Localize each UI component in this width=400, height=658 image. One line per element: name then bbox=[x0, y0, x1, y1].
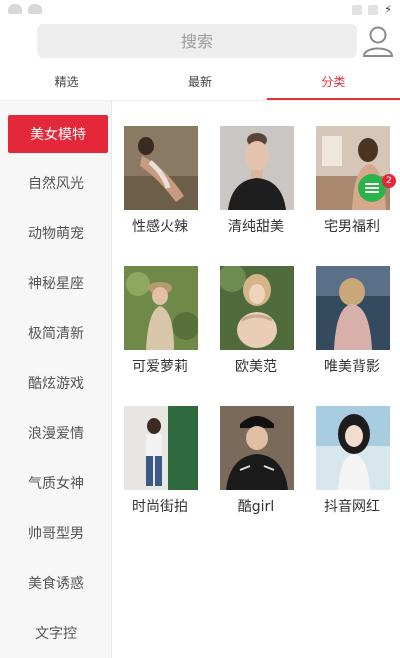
grid-item[interactable]: 时尚街拍 bbox=[112, 406, 208, 532]
tab-categories[interactable]: 分类 bbox=[266, 62, 400, 100]
grid-item-label: 酷girl bbox=[237, 499, 275, 515]
grid-item[interactable]: 清纯甜美 bbox=[208, 126, 304, 252]
signal-icon bbox=[368, 5, 379, 15]
wifi-icon bbox=[352, 5, 363, 15]
android-icon bbox=[28, 4, 42, 14]
tab-bar: 精选 最新 分类 bbox=[0, 62, 400, 100]
grid-item[interactable]: 抖音网红 bbox=[304, 406, 400, 532]
category-grid: 性感火辣 清纯甜美 宅男福利 可爱萝莉 欧美范 唯美背影 时尚街拍 酷girl … bbox=[112, 101, 400, 658]
sidebar-item-models[interactable]: 美女模特 bbox=[8, 115, 108, 153]
status-bar: ⚡ bbox=[0, 0, 400, 22]
sidebar-item-text[interactable]: 文字控 bbox=[0, 614, 112, 652]
notification-badge: 2 bbox=[382, 174, 396, 188]
grid-item-label: 欧美范 bbox=[235, 359, 277, 375]
sidebar-item-romance[interactable]: 浪漫爱情 bbox=[0, 414, 112, 452]
thumbnail-image bbox=[220, 126, 294, 210]
thumbnail-image bbox=[220, 266, 294, 350]
notification-icons bbox=[8, 4, 42, 14]
category-sidebar: 美女模特 自然风光 动物萌宠 神秘星座 极简清新 酷炫游戏 浪漫爱情 气质女神 … bbox=[0, 101, 112, 658]
sidebar-item-minimal[interactable]: 极简清新 bbox=[0, 314, 112, 352]
android-icon bbox=[8, 4, 22, 14]
thumbnail-image bbox=[124, 266, 198, 350]
grid-item-label: 性感火辣 bbox=[132, 219, 188, 235]
search-input[interactable] bbox=[37, 31, 357, 51]
sidebar-item-food[interactable]: 美食诱惑 bbox=[0, 564, 112, 602]
grid-item-label: 唯美背影 bbox=[324, 359, 380, 375]
thumbnail-image bbox=[316, 266, 390, 350]
menu-lines-icon bbox=[365, 183, 379, 193]
sidebar-item-zodiac[interactable]: 神秘星座 bbox=[0, 264, 112, 302]
sidebar-item-handsome[interactable]: 帅哥型男 bbox=[0, 514, 112, 552]
grid-item[interactable]: 可爱萝莉 bbox=[112, 266, 208, 392]
thumbnail-image bbox=[220, 406, 294, 490]
grid-item-label: 清纯甜美 bbox=[228, 219, 284, 235]
sidebar-item-nature[interactable]: 自然风光 bbox=[0, 164, 112, 202]
grid-item-label: 时尚街拍 bbox=[132, 499, 188, 515]
grid-item[interactable]: 酷girl bbox=[208, 406, 304, 532]
thumbnail-image bbox=[124, 406, 198, 490]
sidebar-item-goddess[interactable]: 气质女神 bbox=[0, 464, 112, 502]
sidebar-item-games[interactable]: 酷炫游戏 bbox=[0, 364, 112, 402]
tab-latest[interactable]: 最新 bbox=[133, 62, 266, 100]
grid-item-label: 抖音网红 bbox=[324, 499, 380, 515]
charging-icon: ⚡ bbox=[384, 3, 392, 16]
thumbnail-image bbox=[316, 406, 390, 490]
grid-item-label: 可爱萝莉 bbox=[132, 359, 188, 375]
thumbnail-image bbox=[124, 126, 198, 210]
grid-item[interactable]: 唯美背影 bbox=[304, 266, 400, 392]
header bbox=[0, 22, 400, 62]
grid-item[interactable]: 性感火辣 bbox=[112, 126, 208, 252]
user-avatar-icon[interactable] bbox=[362, 24, 394, 58]
search-box[interactable] bbox=[37, 24, 357, 58]
grid-item-label: 宅男福利 bbox=[324, 219, 380, 235]
grid-item[interactable]: 欧美范 bbox=[208, 266, 304, 392]
system-icons: ⚡ bbox=[352, 4, 392, 16]
sidebar-item-pets[interactable]: 动物萌宠 bbox=[0, 214, 112, 252]
tab-featured[interactable]: 精选 bbox=[0, 62, 133, 100]
